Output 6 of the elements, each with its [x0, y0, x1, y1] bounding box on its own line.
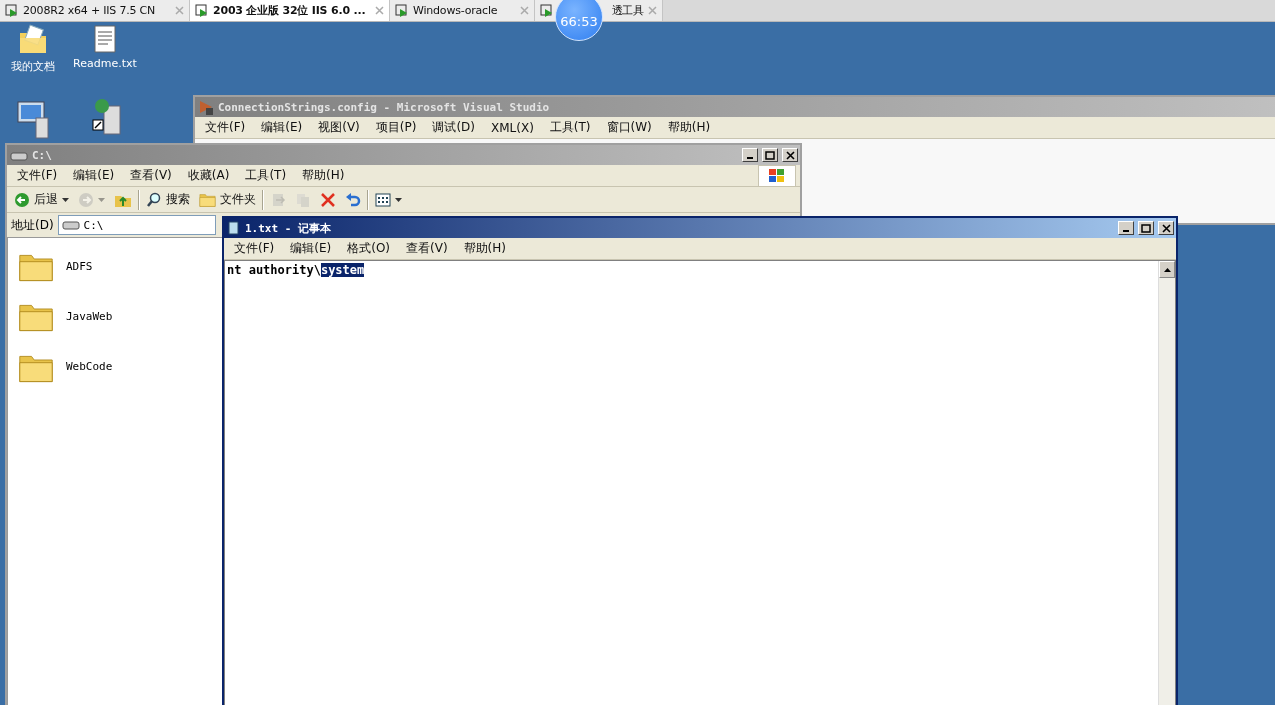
window-title: C:\: [32, 148, 53, 162]
window-title: 1.txt - 记事本: [245, 220, 332, 236]
text-selection: system: [320, 263, 365, 277]
window-title: ConnectionStrings.config - Microsoft Visual Studio: [218, 100, 551, 114]
address-label: 地址(D): [11, 216, 54, 234]
timer-toast: 66:53: [555, 0, 603, 41]
